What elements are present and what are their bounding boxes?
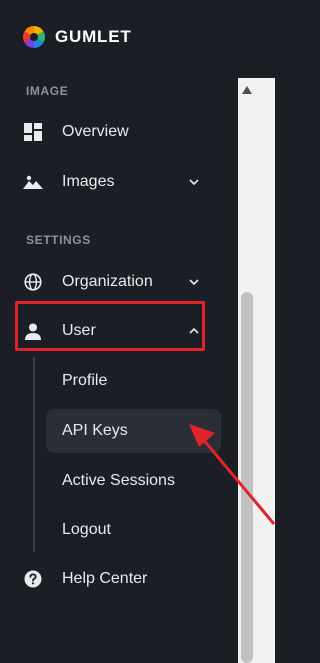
scrollbar-thumb[interactable] xyxy=(241,292,253,663)
chevron-down-icon[interactable] xyxy=(188,176,200,188)
dashboard-grid-icon xyxy=(22,123,44,141)
chevron-down-icon[interactable] xyxy=(188,276,200,288)
sidebar-item-label: Help Center xyxy=(62,570,148,587)
gumlet-logo-icon xyxy=(23,26,45,48)
brand-name: GUMLET xyxy=(55,27,132,46)
sidebar-item-label: Images xyxy=(62,173,115,190)
submenu-item-label: Logout xyxy=(62,521,111,538)
sidebar-item-overview[interactable]: Overview xyxy=(20,112,220,152)
submenu-item-logout[interactable]: Logout xyxy=(46,508,221,552)
image-mountain-icon xyxy=(22,174,44,190)
sidebar-item-label: Organization xyxy=(62,273,153,290)
submenu-item-label: Active Sessions xyxy=(62,472,175,489)
section-title-image: IMAGE xyxy=(26,84,69,98)
sidebar-item-organization[interactable]: Organization xyxy=(20,262,220,302)
globe-icon xyxy=(22,273,44,291)
annotation-highlight-box xyxy=(15,301,205,351)
section-title-settings: SETTINGS xyxy=(26,233,91,247)
submenu-item-profile[interactable]: Profile xyxy=(46,359,221,403)
scroll-up-arrow-icon[interactable] xyxy=(242,86,252,94)
submenu-item-label: API Keys xyxy=(62,422,128,439)
submenu-item-active-sessions[interactable]: Active Sessions xyxy=(46,459,221,503)
submenu-connector-line xyxy=(33,357,35,552)
sidebar: GUMLET IMAGE Overview Images SETTINGS Or… xyxy=(0,0,238,663)
sidebar-item-label: Overview xyxy=(62,123,129,140)
sidebar-item-images[interactable]: Images xyxy=(20,162,220,202)
submenu-item-api-keys[interactable]: API Keys xyxy=(46,409,221,453)
sidebar-item-help-center[interactable]: Help Center xyxy=(20,559,220,599)
gumlet-logo[interactable]: GUMLET xyxy=(22,25,132,49)
submenu-item-label: Profile xyxy=(62,372,108,389)
question-circle-icon xyxy=(22,570,44,588)
